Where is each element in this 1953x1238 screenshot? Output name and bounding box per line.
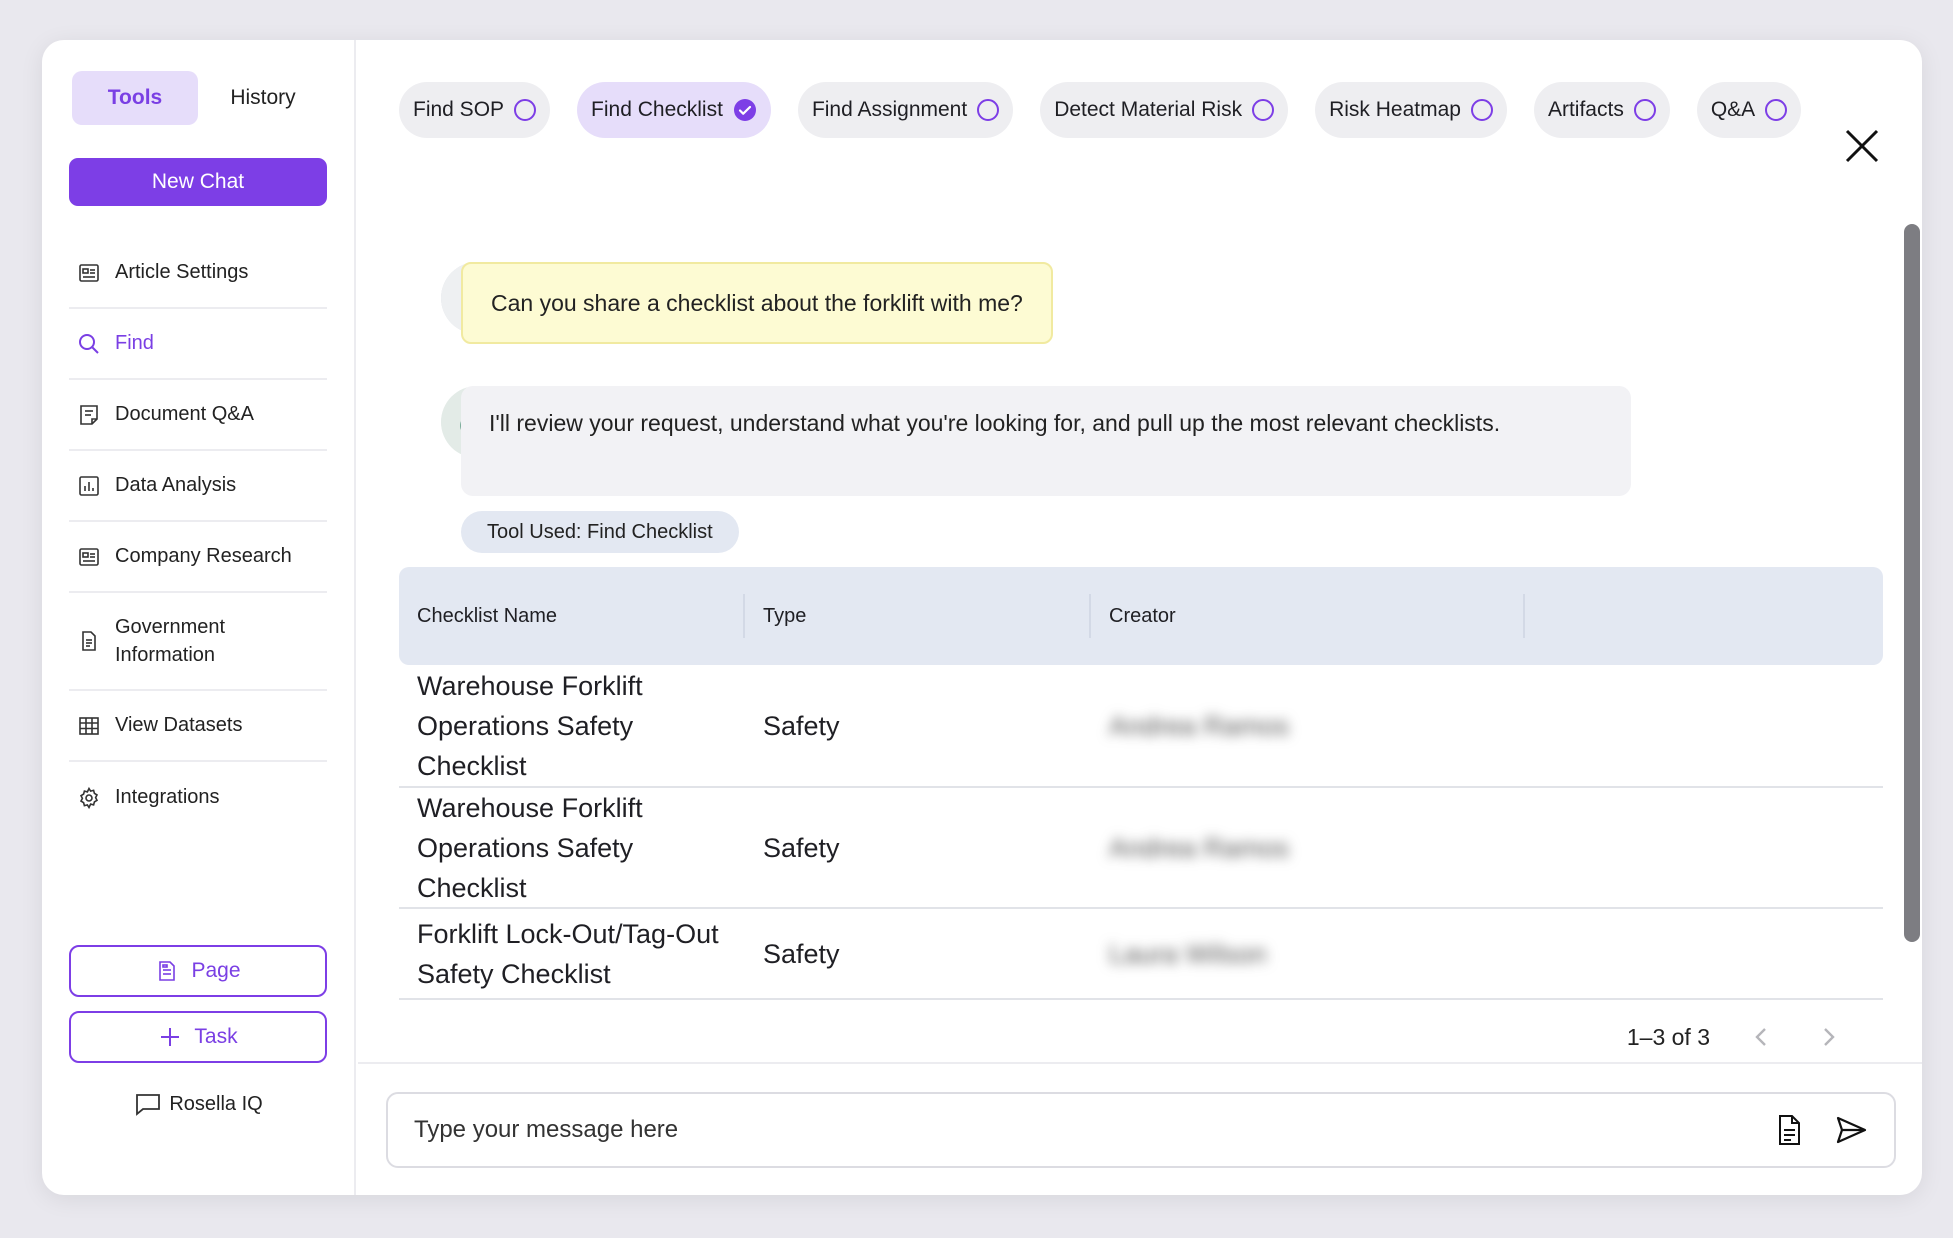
- chip-detect-material-risk[interactable]: Detect Material Risk: [1040, 82, 1289, 138]
- tab-history[interactable]: History: [200, 71, 326, 125]
- sidebar-item-label: Government Information: [115, 616, 226, 666]
- table-row[interactable]: Forklift Lock-Out/Tag-Out Safety Checkli…: [399, 909, 1883, 1000]
- sidebar-item-label: Find: [115, 332, 154, 354]
- plus-icon: [161, 1028, 180, 1046]
- sidebar-item-label: Integrations: [115, 786, 220, 808]
- table-icon: [79, 716, 99, 735]
- cell-type: Safety: [763, 938, 840, 969]
- cell-creator: Andrea Ramos: [1109, 710, 1290, 741]
- cell-creator: Laura Wilson: [1109, 938, 1267, 969]
- task-button[interactable]: Task: [69, 1011, 327, 1063]
- column-header-checklist-name[interactable]: Checklist Name: [399, 594, 745, 638]
- chip-label: Q&A: [1710, 98, 1756, 121]
- app-window: Tools History New Chat Article Settings …: [42, 40, 1922, 1195]
- sidebar-item-label: Data Analysis: [115, 474, 237, 496]
- assistant-message: I'll review your request, understand wha…: [461, 386, 1631, 496]
- task-button-label: Task: [194, 1025, 238, 1048]
- search-icon: [79, 333, 99, 354]
- cell-checklist-name: Warehouse Forklift Operations Safety Che…: [417, 792, 643, 903]
- sidebar-item-data-analysis[interactable]: Data Analysis: [69, 451, 327, 522]
- radio-icon: [1470, 99, 1493, 121]
- chip-label: Find SOP: [413, 98, 505, 121]
- rosella-iq-link[interactable]: Rosella IQ: [42, 1092, 356, 1116]
- chevron-right-icon[interactable]: [1814, 1023, 1842, 1051]
- close-icon[interactable]: [1842, 126, 1882, 166]
- brand-label: Rosella IQ: [169, 1092, 263, 1115]
- message-input[interactable]: [414, 1116, 1744, 1144]
- chip-artifacts[interactable]: Artifacts: [1533, 82, 1670, 138]
- chip-label: Find Assignment: [811, 98, 968, 121]
- sidebar-item-integrations[interactable]: Integrations: [69, 762, 327, 833]
- sidebar-item-company-research[interactable]: Company Research: [69, 522, 327, 593]
- sidebar-item-document-qa[interactable]: Document Q&A: [69, 380, 327, 451]
- radio-icon: [1765, 99, 1788, 121]
- table-row[interactable]: Warehouse Forklift Operations Safety Che…: [399, 788, 1883, 909]
- user-message: Can you share a checklist about the fork…: [461, 262, 1053, 344]
- chart-icon: [79, 475, 99, 496]
- chat-bubble-icon: [136, 1094, 161, 1116]
- tool-used-badge: Tool Used: Find Checklist: [461, 511, 739, 553]
- radio-icon: [1633, 99, 1656, 121]
- chat-panel: Find SOP Find Checklist Find Assignment …: [358, 40, 1922, 1195]
- chip-label: Detect Material Risk: [1054, 98, 1243, 121]
- tab-tools[interactable]: Tools: [72, 71, 198, 125]
- cell-type: Safety: [763, 832, 840, 863]
- user-message-text: Can you share a checklist about the fork…: [491, 289, 1023, 316]
- chip-label: Find Checklist: [591, 98, 723, 121]
- radio-icon: [977, 99, 1000, 121]
- sidebar-item-view-datasets[interactable]: View Datasets: [69, 691, 327, 762]
- chip-label: Risk Heatmap: [1329, 98, 1461, 121]
- cell-creator: Andrea Ramos: [1109, 832, 1290, 863]
- chip-qa[interactable]: Q&A: [1696, 82, 1802, 138]
- checklist-table: Checklist Name Type Creator Warehouse Fo…: [399, 567, 1883, 1000]
- tool-chips: Find SOP Find Checklist Find Assignment …: [399, 82, 1819, 138]
- column-header-empty: [1525, 594, 1883, 638]
- sidebar-item-label: Document Q&A: [115, 403, 254, 425]
- gear-icon: [79, 786, 99, 809]
- cell-checklist-name: Forklift Lock-Out/Tag-Out Safety Checkli…: [417, 918, 719, 989]
- chip-find-checklist[interactable]: Find Checklist: [577, 82, 771, 138]
- cell-type: Safety: [763, 710, 840, 741]
- radio-icon: [1252, 99, 1275, 121]
- new-chat-button[interactable]: New Chat: [69, 158, 327, 206]
- company-icon: [79, 547, 99, 566]
- check-circle-icon: [733, 99, 756, 121]
- file-icon: [82, 631, 96, 651]
- article-icon: [79, 263, 99, 282]
- sidebar-menu: Article Settings Find Document Q&A Data …: [69, 238, 327, 833]
- cell-checklist-name: Warehouse Forklift Operations Safety Che…: [417, 670, 643, 781]
- chip-label: Artifacts: [1547, 98, 1624, 121]
- chip-risk-heatmap[interactable]: Risk Heatmap: [1315, 82, 1507, 138]
- page-icon: [159, 961, 176, 981]
- tool-used-label: Tool Used: Find Checklist: [487, 520, 713, 543]
- document-qa-icon: [80, 404, 98, 425]
- sidebar-tabs: Tools History: [72, 71, 326, 125]
- column-header-type[interactable]: Type: [745, 594, 1091, 638]
- pagination-range: 1–3 of 3: [1626, 1023, 1710, 1050]
- table-pagination: 1–3 of 3: [1627, 1023, 1842, 1051]
- sidebar-item-government-information[interactable]: Government Information: [69, 593, 327, 691]
- page-button-label: Page: [191, 959, 241, 982]
- sidebar-item-find[interactable]: Find: [69, 309, 327, 380]
- radio-icon: [514, 99, 537, 121]
- sidebar-item-label: Article Settings: [115, 261, 249, 283]
- scrollbar-thumb[interactable]: [1904, 224, 1920, 942]
- composer-divider: [358, 1062, 1922, 1064]
- chevron-left-icon[interactable]: [1748, 1023, 1776, 1051]
- chip-find-sop[interactable]: Find SOP: [399, 82, 551, 138]
- sidebar-item-article-settings[interactable]: Article Settings: [69, 238, 327, 309]
- page-button[interactable]: Page: [69, 945, 327, 997]
- assistant-message-text: I'll review your request, understand wha…: [489, 410, 1501, 436]
- table-row[interactable]: Warehouse Forklift Operations Safety Che…: [399, 665, 1883, 788]
- message-composer: [386, 1092, 1896, 1168]
- chip-find-assignment[interactable]: Find Assignment: [797, 82, 1014, 138]
- sidebar-item-label: View Datasets: [115, 714, 243, 736]
- attach-document-icon[interactable]: [1772, 1113, 1806, 1147]
- column-header-creator[interactable]: Creator: [1091, 594, 1525, 638]
- send-icon[interactable]: [1834, 1113, 1868, 1147]
- sidebar-item-label: Company Research: [115, 545, 292, 567]
- sidebar: Tools History New Chat Article Settings …: [42, 40, 356, 1195]
- table-header: Checklist Name Type Creator: [399, 567, 1883, 665]
